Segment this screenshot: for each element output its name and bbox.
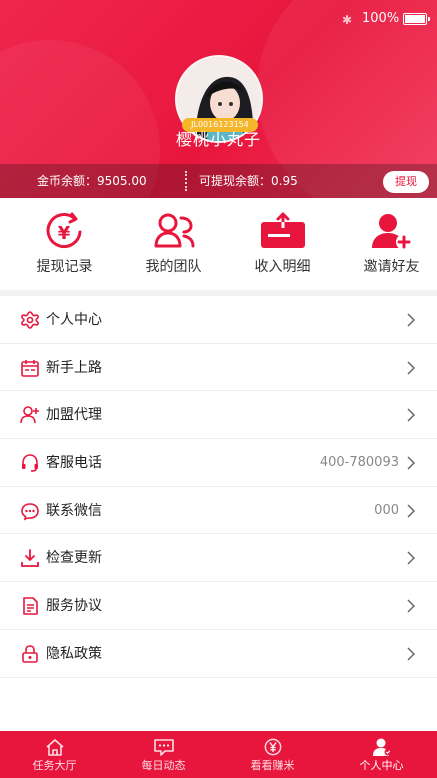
user-plus-icon [20,406,39,424]
bluetooth-icon: ✱ [342,13,353,27]
chevron-right-icon [407,647,415,661]
tab-task-hall[interactable]: 任务大厅 [0,731,109,778]
card-income-icon [260,212,305,248]
gear-flower-icon [21,311,39,329]
document-icon [23,597,38,615]
home-icon [45,739,64,756]
menu-item-label: 加盟代理 [46,407,102,424]
withdrawable-balance: 可提现余额：0.95 [199,174,298,188]
menu-item-label: 隐私政策 [46,645,102,662]
quick-action-label: 我的团队 [145,259,202,275]
menu-item-customer-service[interactable]: 客服电话 400-780093 [0,439,437,487]
quick-action-income-details[interactable]: 收入明细 [228,212,337,284]
tab-personal-center[interactable]: 个人中心 [327,731,436,778]
headset-icon [22,454,38,472]
quick-action-label: 邀请好友 [363,259,420,275]
yuan-refresh-icon: ¥ [46,212,81,249]
menu-item-franchise-agent[interactable]: 加盟代理 [0,391,437,440]
chevron-right-icon [407,408,415,422]
svg-text:¥: ¥ [57,223,70,244]
chat-bubble-icon [21,502,39,521]
profile-header: ✱ 100% JL0016123154 樱桃小丸子 金币余额：9505.00 可… [0,0,437,198]
menu-item-check-update[interactable]: 检查更新 [0,534,437,583]
quick-actions: ¥ 提现记录 我的团队 收入明细 邀请好友 [0,198,437,290]
menu-item-privacy-policy[interactable]: 隐私政策 [0,630,437,678]
person-icon [372,738,391,756]
quick-action-invite-friends[interactable]: 邀请好友 [337,212,437,284]
tab-daily-news[interactable]: 每日动态 [109,731,218,778]
quick-action-my-team[interactable]: 我的团队 [119,212,228,284]
chevron-right-icon [407,551,415,565]
menu-item-label: 新手上路 [46,359,102,376]
chevron-right-icon [407,361,415,375]
tab-label: 每日动态 [141,759,186,772]
chevron-right-icon [407,599,415,613]
menu-item-label: 服务协议 [46,598,102,615]
menu-item-contact-wechat[interactable]: 联系微信 000 [0,487,437,535]
team-icon [154,213,194,248]
quick-action-label: 提现记录 [36,259,93,275]
add-user-icon [371,214,412,250]
tab-label: 个人中心 [359,759,404,772]
tab-label: 任务大厅 [32,759,77,772]
balance-divider [185,171,187,191]
yuan-circle-icon [264,738,281,756]
status-bar: ✱ 100% [0,0,437,36]
bottom-tab-bar: 任务大厅 每日动态 看看赚米 个人中心 [0,731,437,778]
tab-watch-earn[interactable]: 看看赚米 [218,731,327,778]
settings-menu: 个人中心 新手上路 加盟代理 客服电话 400-780093 联系微信 000 … [0,296,437,678]
menu-item-label: 客服电话 [46,455,102,472]
menu-item-label: 检查更新 [46,550,102,567]
menu-item-personal-center[interactable]: 个人中心 [0,296,437,344]
chevron-right-icon [407,313,415,327]
withdraw-button[interactable]: 提现 [383,171,429,193]
battery-icon [403,13,430,25]
battery-percentage: 100% [362,11,400,26]
coin-balance: 金币余额：9505.00 [37,174,147,188]
quick-action-withdraw-records[interactable]: ¥ 提现记录 [10,212,119,284]
username: 樱桃小丸子 [175,130,261,149]
tab-label: 看看赚米 [250,759,295,772]
chevron-right-icon [407,456,415,470]
menu-item-value: 400-780093 [319,455,399,471]
chevron-right-icon [407,504,415,518]
lock-icon [22,645,38,663]
menu-item-label: 联系微信 [46,502,102,519]
calendar-icon [21,359,39,377]
menu-item-value: 000 [374,502,399,518]
menu-item-beginner-guide[interactable]: 新手上路 [0,344,437,392]
menu-item-service-agreement[interactable]: 服务协议 [0,582,437,630]
menu-item-label: 个人中心 [46,312,102,328]
quick-action-label: 收入明细 [254,259,311,275]
balance-bar: 金币余额：9505.00 可提现余额：0.95 [0,164,437,198]
download-icon [21,549,39,568]
message-icon [153,739,174,756]
